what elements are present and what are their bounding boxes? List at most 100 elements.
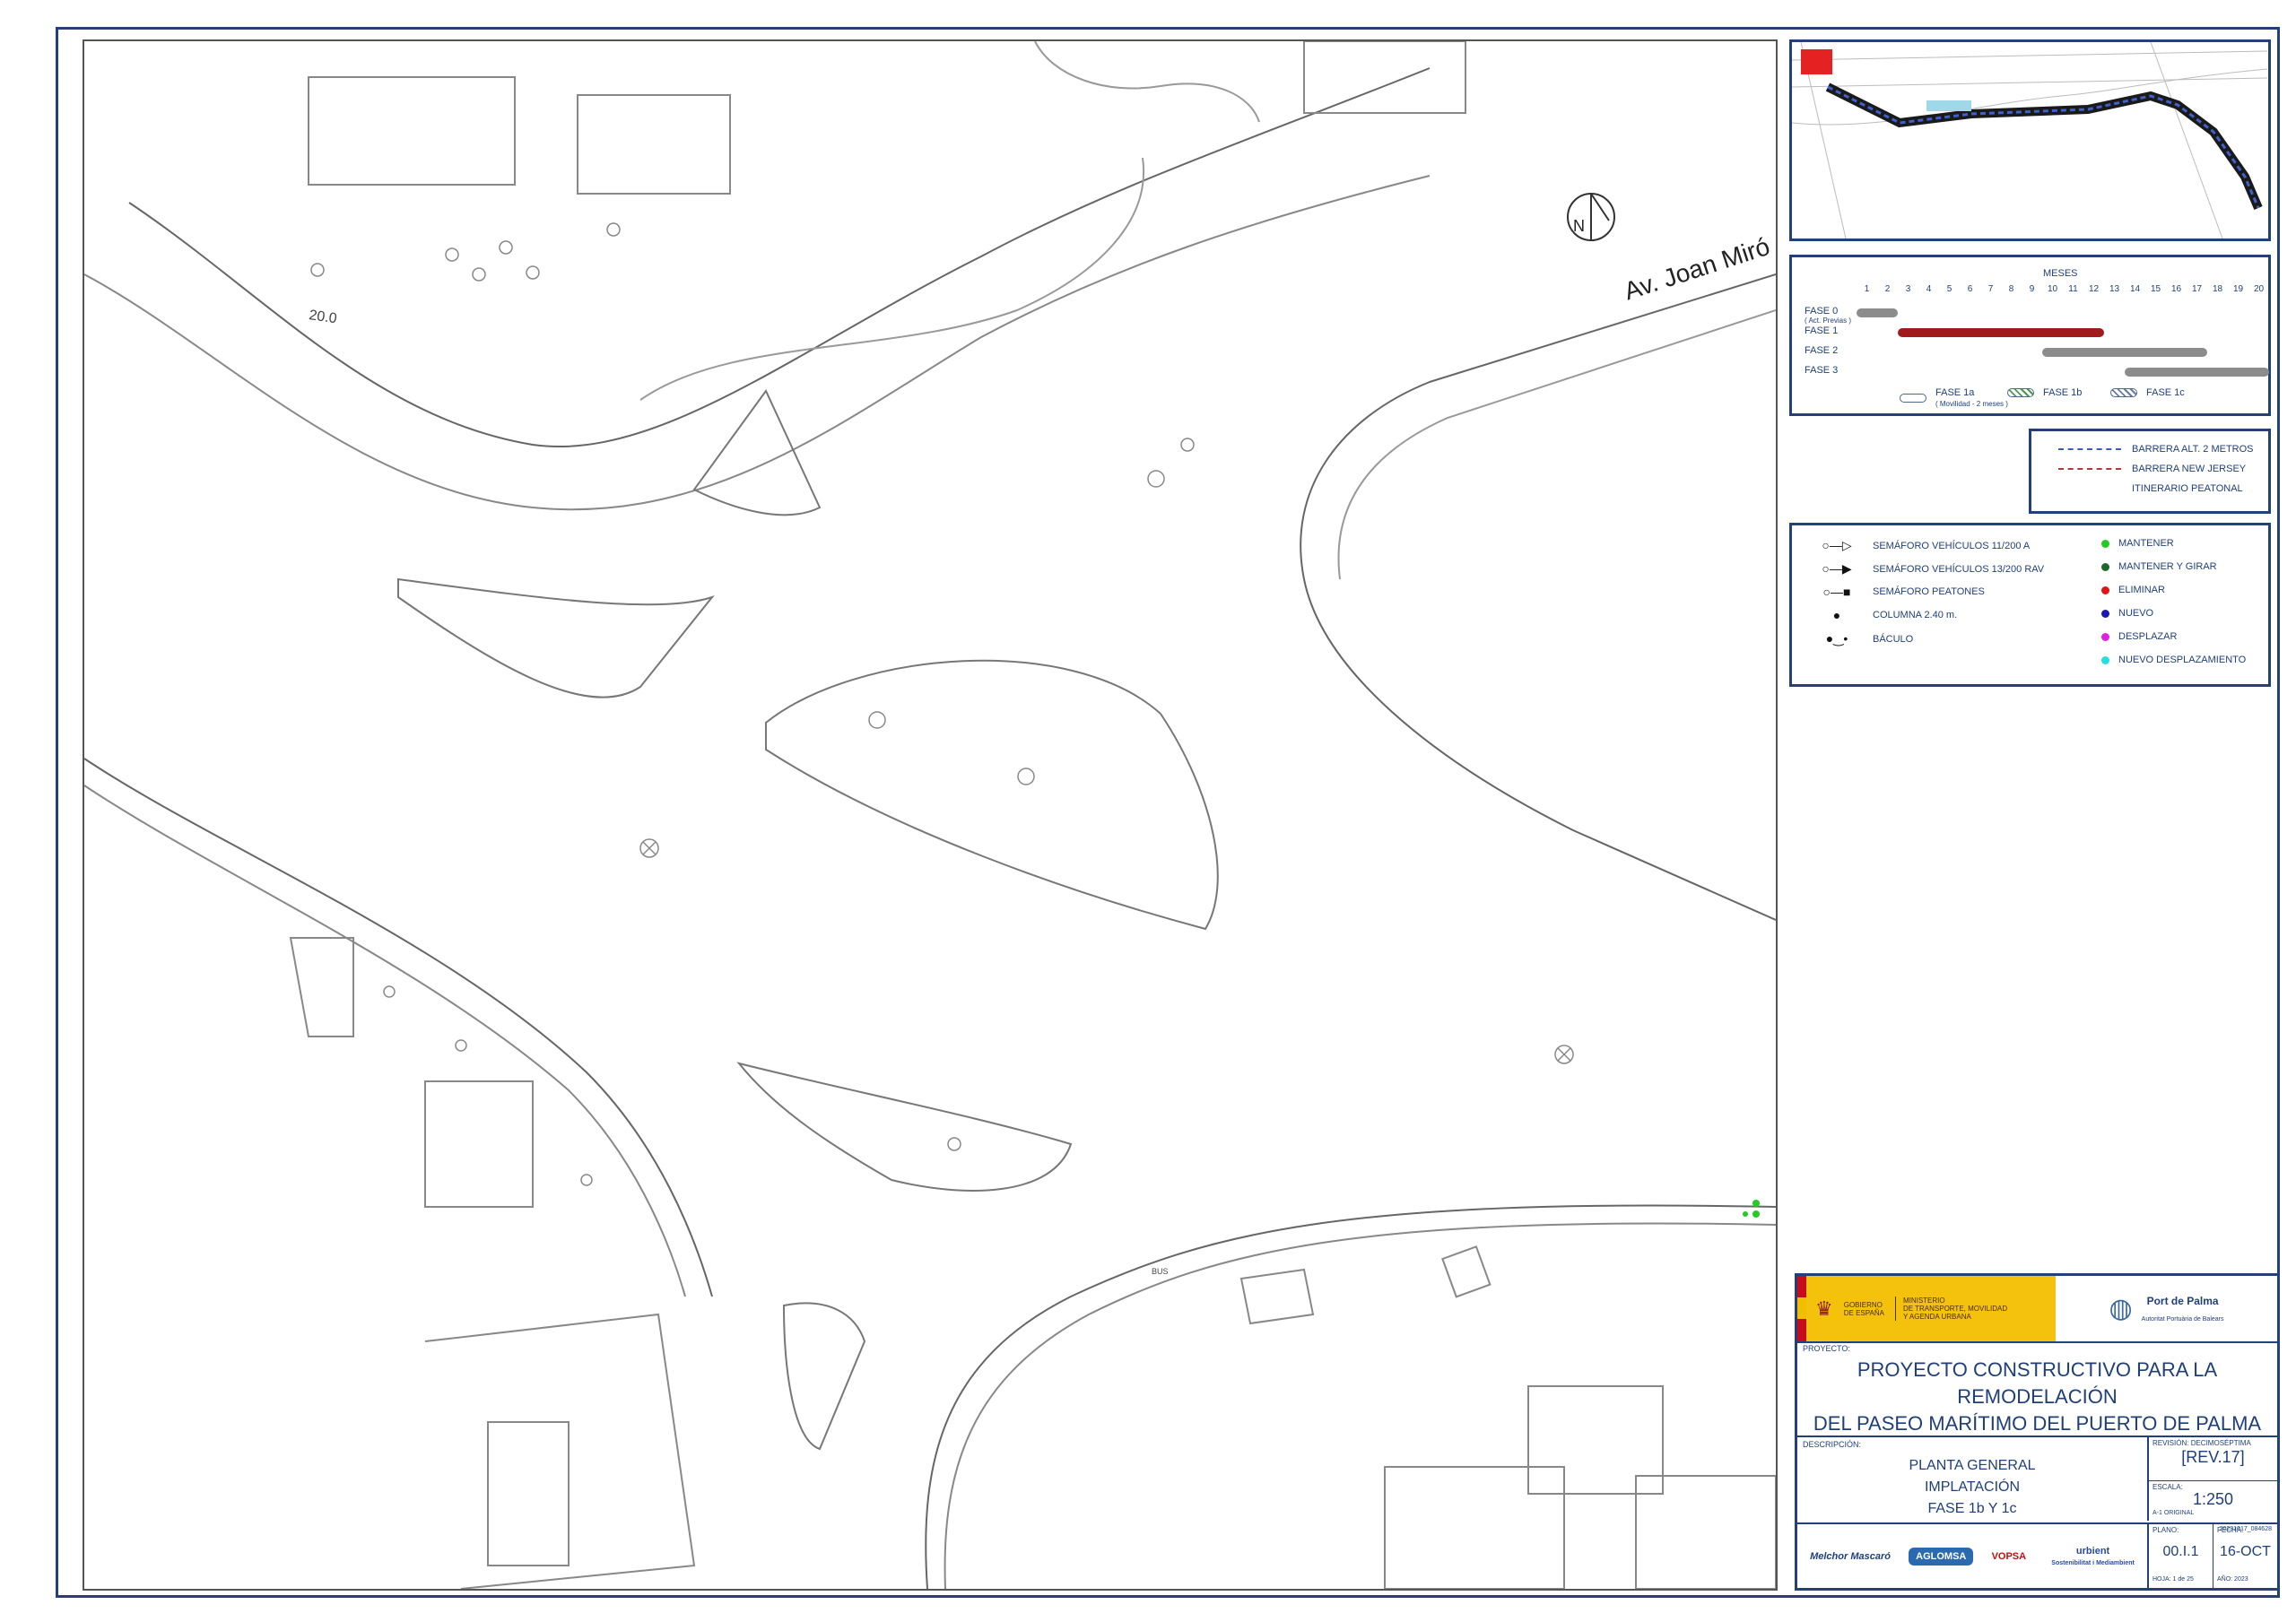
month-label: 7 <box>1987 284 1994 294</box>
symbol-legend: ○—▷ SEMÁFORO VEHÍCULOS 11/200 A ○—▶ SEMÁFOR… <box>1789 523 2271 687</box>
month-label: 16 <box>2170 284 2182 294</box>
phase-bar <box>1898 328 2104 337</box>
phase-row-label: FASE 1 <box>1805 325 1839 336</box>
sheet-info: PLANO: 00.I.1 HOJA: 1 de 25 FECHA: 16-OC… <box>2149 1522 2277 1588</box>
month-label: 10 <box>2047 284 2058 294</box>
traffic-symbol-icon: ○—■ <box>1822 585 1851 599</box>
legend-status-row: NUEVO <box>2101 608 2153 619</box>
legend-symbol-row: ● COLUMNA 2.40 m. <box>1810 608 1957 622</box>
phase-bar <box>1857 308 1898 317</box>
status-dot-icon <box>2101 632 2109 641</box>
phase-row-label: FASE 0( Act. Previas ) <box>1805 306 1852 325</box>
month-label: 1 <box>1864 284 1870 294</box>
phase-bar <box>2125 368 2269 377</box>
month-label: 5 <box>1946 284 1952 294</box>
title-block-header: ♛ GOBIERNO DE ESPAÑA MINISTERIO DE TRANSPO… <box>1797 1276 2277 1343</box>
status-dot-icon <box>2101 539 2109 548</box>
plano-value: 00.I.1 <box>2162 1544 2199 1559</box>
legend-symbol-row: ●‿• BÁCULO <box>1810 631 1914 646</box>
phase-schedule: MESES 1 2 3 4 5 6 7 8 9 10 11 12 13 14 15 16 17 18 19 20 FA… <box>1789 255 2271 416</box>
key-map-linework <box>1791 41 2268 239</box>
contractor-logos: Melchor Mascaró AGLOMSA VOPSA urbient Sos… <box>1797 1522 2149 1588</box>
phase-row-label: FASE 2 <box>1805 345 1839 356</box>
location-key-map <box>1789 39 2271 241</box>
key-fase-1b: FASE 1b <box>2007 387 2082 398</box>
description-area: DESCRIPCIÓN: PLANTA GENERAL IMPLATACIÓN … <box>1797 1436 2149 1521</box>
legend-status-row: ELIMINAR <box>2101 585 2165 595</box>
status-dot-icon <box>2101 655 2109 664</box>
red-dashed-line-icon <box>2058 468 2121 470</box>
fecha-cell: FECHA: 16-OCT AÑO: 2023 <box>2213 1524 2277 1588</box>
title-block: ♛ GOBIERNO DE ESPAÑA MINISTERIO DE TRANSPO… <box>1795 1273 2280 1591</box>
month-label: 6 <box>1967 284 1973 294</box>
north-label: N <box>1573 217 1585 235</box>
status-dot-icon <box>2101 609 2109 618</box>
contour-label: 20.0 <box>308 308 337 326</box>
phase-row-label: FASE 3 <box>1805 365 1839 376</box>
traffic-light-keep-icon <box>1743 1200 1760 1218</box>
logo-urbient: urbient Sostenibilitat i Mediambient <box>2051 1545 2135 1566</box>
traffic-symbol-icon: ●‿• <box>1825 631 1848 646</box>
barrier-legend: BARRERA ALT. 2 METROS BARRERA NEW JERSEY… <box>2029 429 2271 514</box>
month-label: 2 <box>1884 284 1891 294</box>
month-label: 4 <box>1926 284 1932 294</box>
month-label: 12 <box>2088 284 2100 294</box>
key-fase-1a: FASE 1a( Movilidad - 2 meses ) <box>1900 387 2008 409</box>
current-sheet-marker <box>1801 49 1832 74</box>
phase-bar <box>2042 348 2207 357</box>
port-emblem-icon: ◍ <box>2109 1294 2133 1323</box>
project-title: PROYECTO CONSTRUCTIVO PARA LA REMODELACI… <box>1813 1358 2262 1435</box>
legend-status-row: DESPLAZAR <box>2101 631 2177 642</box>
month-label: 8 <box>2008 284 2014 294</box>
month-label: 18 <box>2212 284 2223 294</box>
month-label: 17 <box>2191 284 2203 294</box>
revision-scale-area: REVISIÓN: DECIMOSÉPTIMA [REV.17] ESCALA:… <box>2149 1436 2277 1532</box>
government-logo: ♛ GOBIERNO DE ESPAÑA MINISTERIO DE TRANSPO… <box>1806 1276 2056 1341</box>
legend-status-row: NUEVO DESPLAZAMIENTO <box>2101 655 2246 665</box>
legend-symbol-row: ○—▷ SEMÁFORO VEHÍCULOS 11/200 A <box>1810 538 2030 553</box>
plano-cell: PLANO: 00.I.1 HOJA: 1 de 25 <box>2149 1524 2213 1588</box>
status-dot-icon <box>2101 562 2109 571</box>
schedule-title: MESES <box>2043 268 2078 279</box>
scale-value: 1:250 <box>2192 1490 2234 1508</box>
month-label: 19 <box>2232 284 2244 294</box>
status-dot-icon <box>2101 585 2109 594</box>
month-label: 13 <box>2109 284 2120 294</box>
fase-1c-pattern <box>2110 388 2137 397</box>
month-label: 9 <box>2029 284 2035 294</box>
logo-aglomsa: AGLOMSA <box>1909 1547 1974 1566</box>
month-label: 3 <box>1905 284 1911 294</box>
legend-symbol-row: ○—▶ SEMÁFORO VEHÍCULOS 13/200 RAV <box>1810 561 2044 577</box>
traffic-symbol-icon: ○—▶ <box>1822 561 1852 576</box>
month-axis: 1 2 3 4 5 6 7 8 9 10 11 12 13 14 15 16 17 18 19 20 <box>1857 284 2269 294</box>
coat-of-arms-icon: ♛ <box>1815 1297 1833 1320</box>
port-de-palma-logo: ◍ Port de Palma Autoritat Portuària de Ba… <box>2109 1294 2224 1323</box>
plan-drawing: N 20.0 BUS Av. Joan Miró <box>83 39 1778 1591</box>
traffic-symbol-icon: ● <box>1832 608 1841 622</box>
month-label: 15 <box>2150 284 2161 294</box>
month-label: 14 <box>2129 284 2141 294</box>
legend-itinerario-peatonal: ITINERARIO PEATONAL <box>2132 483 2243 494</box>
project-label: PROYECTO: <box>1803 1344 1850 1353</box>
logo-melchor-mascaro: Melchor Mascaró <box>1810 1550 1891 1562</box>
blue-dashed-line-icon <box>2058 448 2121 450</box>
revision-cell: REVISIÓN: DECIMOSÉPTIMA [REV.17] <box>2149 1437 2277 1481</box>
description-text: PLANTA GENERAL IMPLATACIÓN FASE 1b Y 1c <box>1909 1458 2036 1516</box>
month-label: 11 <box>2068 284 2078 294</box>
legend-status-row: MANTENER <box>2101 538 2174 549</box>
legend-status-row: MANTENER Y GIRAR <box>2101 561 2217 572</box>
key-fase-1c: FASE 1c <box>2110 387 2185 398</box>
fase-1b-pattern <box>2007 388 2034 397</box>
legend-barrera-2m: BARRERA ALT. 2 METROS <box>2058 444 2254 455</box>
legend-new-jersey: BARRERA NEW JERSEY <box>2058 464 2246 474</box>
plan-linework: N 20.0 BUS <box>84 41 1776 1589</box>
month-label: 20 <box>2253 284 2265 294</box>
traffic-symbol-icon: ○—▷ <box>1822 538 1852 552</box>
fase-1a-pattern <box>1900 394 1926 403</box>
fecha-value: 16-OCT <box>2220 1544 2271 1559</box>
scale-cell: ESCALA: 1:250 A-1 ORIGINAL 20231017_0846… <box>2149 1481 2277 1532</box>
spain-flag-icon <box>1797 1276 1806 1341</box>
legend-symbol-row: ○—■ SEMÁFORO PEATONES <box>1810 585 1985 599</box>
bus-stop-label: BUS <box>1152 1267 1169 1276</box>
revision-value: [REV.17] <box>2181 1448 2245 1466</box>
